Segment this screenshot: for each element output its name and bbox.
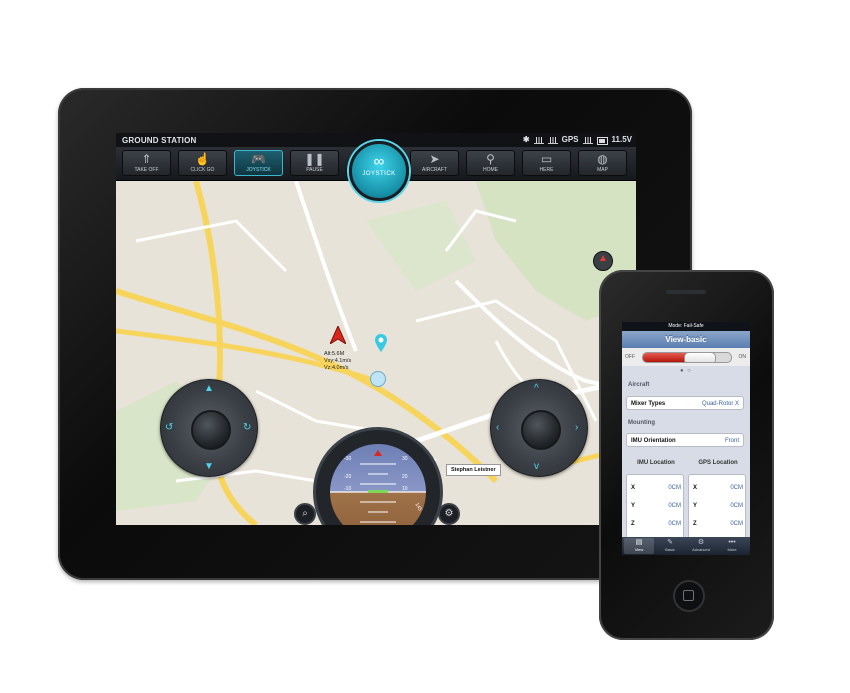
pitch-mark: 20: [402, 474, 408, 480]
hand-pointer-icon: ☝: [195, 152, 210, 166]
pitch-mark: -30: [344, 456, 352, 462]
here-button[interactable]: ▭ HERE: [522, 150, 571, 176]
tablet-icon: ▭: [540, 152, 553, 166]
pause-button[interactable]: ❚❚ PAUSE: [290, 150, 339, 176]
horizontal-speed-value: Vxy:4.1m/s: [324, 358, 352, 364]
waypoint-pin-icon[interactable]: [375, 334, 387, 357]
right-stick-knob[interactable]: [521, 410, 561, 450]
rotate-left-icon: ↺: [165, 422, 174, 433]
gear-icon: ⚙: [697, 539, 705, 546]
globe-icon: ◍: [597, 152, 608, 166]
map-pin-icon: ⚲: [486, 152, 495, 166]
mixer-types-row[interactable]: Mixer Types Quad-Rotor X: [626, 396, 744, 410]
altitude-value: Alt:5.6M: [324, 351, 345, 357]
left-stick-knob[interactable]: [191, 410, 231, 450]
tab-advanced[interactable]: ⚙ Advanced: [686, 538, 716, 554]
compass-icon[interactable]: [593, 251, 613, 271]
switch-on-label: ON: [738, 354, 747, 360]
gamepad-icon: 🎮: [251, 152, 266, 166]
tab-basic[interactable]: ✎ Basic: [655, 538, 685, 554]
chevron-left-icon: ‹: [496, 422, 500, 433]
aircraft-button[interactable]: ➤ AIRCRAFT: [410, 150, 459, 176]
home-button[interactable]: ⚲ HOME: [466, 150, 515, 176]
vertical-speed-value: Vz:4.0m/s: [324, 365, 349, 371]
gps-signal-icon: [582, 135, 593, 144]
section-mounting: Mounting: [628, 420, 655, 426]
gps-x-row[interactable]: X 0CM: [693, 483, 743, 493]
switch-thumb[interactable]: [684, 353, 717, 362]
signal-icon: [533, 135, 544, 144]
imu-z-row[interactable]: Z 0CM: [631, 519, 681, 529]
more-icon: •••: [728, 539, 736, 546]
joystick-button[interactable]: 🎮 JOYSTICK: [234, 150, 283, 176]
gps-location-title: GPS Location: [698, 460, 738, 466]
imu-location-panel: IMU Location X 0CM Y 0CM Z 0CM: [626, 460, 684, 540]
click-go-button[interactable]: ☝ CLICK GO: [178, 150, 227, 176]
switch-off-label: OFF: [625, 354, 635, 360]
imu-x-row[interactable]: X 0CM: [631, 483, 681, 493]
right-joystick[interactable]: ^ v ‹ ›: [490, 379, 588, 477]
gps-y-row[interactable]: Y 0CM: [693, 501, 743, 511]
imu-y-row[interactable]: Y 0CM: [631, 501, 681, 511]
takeoff-icon: ⇑: [141, 152, 152, 166]
bluetooth-icon: ✱: [522, 135, 530, 144]
app-title: GROUND STATION: [122, 136, 197, 145]
map-view[interactable]: Alt:5.6M Vxy:4.1m/s Vz:4.0m/s Stephan Le…: [116, 180, 636, 525]
joystick-mode-button[interactable]: ∞ JOYSTICK: [349, 141, 409, 201]
phone-tab-bar: ▤ View ✎ Basic ⚙ Advanced ••• More: [622, 537, 750, 555]
zoom-button[interactable]: ⌕: [294, 503, 316, 525]
gps-location-panel: GPS Location X 0CM Y 0CM Z 0CM: [688, 460, 746, 540]
pitch-mark: 30: [402, 456, 408, 462]
pitch-mark: -10: [344, 486, 352, 492]
gps-z-row[interactable]: Z 0CM: [693, 519, 743, 529]
arrow-up-icon: ▲: [204, 383, 214, 394]
aircraft-marker: [328, 324, 348, 349]
home-hardware-button[interactable]: [673, 580, 705, 612]
tab-view[interactable]: ▤ View: [624, 538, 654, 554]
chevron-right-icon: ›: [575, 422, 579, 433]
phone-status-bar: Mode: Fail-Safe: [622, 322, 750, 331]
tab-more[interactable]: ••• More: [717, 538, 747, 554]
link-icon: ∞: [373, 153, 385, 170]
view-icon: ▤: [635, 539, 643, 546]
pitch-mark: 10: [402, 486, 408, 492]
battery-voltage: 11.5V: [611, 135, 632, 144]
motor-switch[interactable]: OFF ON: [622, 348, 750, 366]
map-button[interactable]: ◍ MAP: [578, 150, 627, 176]
search-icon: ⌕: [302, 508, 308, 519]
imu-orientation-row[interactable]: IMU Orientation Front: [626, 433, 744, 447]
arrow-down-icon: ▼: [204, 461, 214, 472]
home-location-icon[interactable]: [370, 371, 386, 387]
wrench-icon: ✎: [667, 539, 673, 546]
pitch-mark: -20: [344, 474, 352, 480]
gear-icon: ⚙: [444, 508, 454, 519]
chevron-up-icon: ^: [534, 383, 539, 394]
map-place-label: Stephan Leistner: [446, 464, 501, 476]
paper-plane-icon: ➤: [429, 152, 440, 166]
section-aircraft: Aircraft: [628, 382, 650, 388]
switch-track[interactable]: [642, 352, 732, 363]
page-indicator: ● ○: [680, 368, 692, 374]
remote-signal-icon: [547, 135, 558, 144]
phone-nav-title: View-basic: [622, 331, 750, 348]
imu-location-title: IMU Location: [637, 460, 675, 466]
chevron-down-icon: v: [534, 461, 539, 472]
battery-icon: [596, 136, 608, 145]
pause-icon: ❚❚: [304, 152, 325, 166]
left-joystick[interactable]: ▲ ▼ ↺ ↻: [160, 379, 258, 477]
gps-label: GPS: [561, 135, 579, 144]
takeoff-button[interactable]: ⇑ TAKE OFF: [122, 150, 171, 176]
rotate-right-icon: ↻: [243, 422, 252, 433]
ground-station-screen: GROUND STATION ✱ GPS 11.5V ⇑ TAKE OFF ☝ …: [116, 133, 636, 525]
telemetry-readout: Alt:5.6M Vxy:4.1m/s Vz:4.0m/s: [324, 351, 351, 372]
speaker-grille: [666, 290, 706, 294]
settings-button[interactable]: ⚙: [438, 503, 460, 525]
phone-screen: Mode: Fail-Safe View-basic OFF ON ● ○ Ai…: [622, 322, 750, 555]
